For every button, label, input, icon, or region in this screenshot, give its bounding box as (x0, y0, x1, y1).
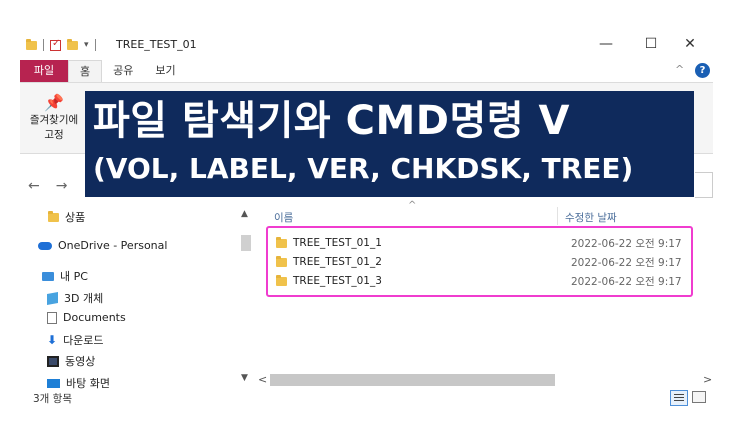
sidebar-item-downloads[interactable]: ⬇ 다운로드 (47, 332, 104, 348)
sidebar-item-label: 동영상 (65, 355, 96, 368)
title-bar: ▾ TREE_TEST_01 — ☐ ✕ (0, 30, 743, 60)
collapse-ribbon-icon[interactable]: ^ (675, 63, 684, 76)
minimize-button[interactable]: — (596, 36, 616, 52)
folder-icon (276, 255, 287, 267)
document-icon (47, 311, 57, 324)
tab-home[interactable]: 홈 (68, 60, 103, 82)
sidebar-item-label: 3D 개체 (64, 292, 104, 305)
scroll-down-icon[interactable]: ▼ (241, 373, 248, 383)
search-box-edge[interactable] (695, 172, 713, 198)
banner-title: 파일 탐색기와 CMD명령 V (93, 98, 570, 144)
item-count: 3개 항목 (33, 393, 72, 405)
video-icon (47, 355, 59, 367)
file-row[interactable]: TREE_TEST_01_3 2022-06-22 오전 9:17 (276, 272, 686, 290)
sidebar-item-3d-objects[interactable]: 3D 개체 (47, 290, 103, 306)
large-icons-view-icon[interactable] (692, 391, 706, 403)
pin-to-quick-access-button[interactable]: 📌 즐겨찾기에 고정 (22, 93, 86, 142)
properties-icon[interactable] (50, 38, 61, 51)
file-row[interactable]: TREE_TEST_01_1 2022-06-22 오전 9:17 (276, 234, 686, 252)
desktop-icon (47, 378, 60, 388)
maximize-button[interactable]: ☐ (641, 36, 661, 52)
sidebar-item-documents[interactable]: Documents (47, 311, 126, 324)
pin-label-2: 고정 (44, 129, 64, 141)
new-folder-icon[interactable] (67, 38, 78, 50)
banner-subtitle: (VOL, LABEL, VER, CHKDSK, TREE) (93, 152, 634, 185)
scroll-left-icon[interactable]: < (258, 373, 267, 386)
help-icon[interactable]: ? (695, 63, 710, 78)
divider (94, 39, 96, 51)
window-title: TREE_TEST_01 (116, 38, 197, 51)
column-header-name[interactable]: 이름 (274, 210, 293, 225)
sidebar-item-label: 바탕 화면 (66, 377, 110, 390)
pin-label: 즐겨찾기에 (29, 114, 79, 126)
file-date: 2022-06-22 오전 9:17 (571, 256, 682, 269)
scroll-right-icon[interactable]: > (703, 373, 712, 386)
column-header-date[interactable]: 수정한 날짜 (565, 210, 617, 225)
navigation-pane-scrollbar[interactable]: ▲ ▼ (238, 205, 254, 385)
title-banner: 파일 탐색기와 CMD명령 V (VOL, LABEL, VER, CHKDSK… (85, 91, 694, 197)
sidebar-item-label: 상품 (65, 211, 86, 224)
3d-objects-icon (47, 291, 58, 305)
sort-indicator-icon: ^ (408, 200, 417, 211)
sidebar-item-desktop[interactable]: 바탕 화면 (47, 375, 110, 391)
file-date: 2022-06-22 오전 9:17 (571, 237, 682, 250)
tab-share[interactable]: 공유 (102, 60, 144, 82)
details-view-icon[interactable] (670, 390, 688, 406)
pc-icon (42, 271, 54, 281)
forward-icon[interactable]: → (56, 178, 68, 194)
folder-icon (26, 38, 37, 50)
file-list-horizontal-scrollbar[interactable]: < > (256, 372, 713, 388)
quick-access-toolbar: ▾ (26, 38, 96, 51)
onedrive-icon (38, 241, 52, 250)
folder-icon (276, 236, 287, 248)
scroll-up-icon[interactable]: ▲ (241, 209, 248, 219)
sidebar-item-onedrive[interactable]: OneDrive - Personal (38, 239, 167, 252)
file-date: 2022-06-22 오전 9:17 (571, 275, 682, 288)
sidebar-item-videos[interactable]: 동영상 (47, 353, 95, 369)
sidebar-item-this-pc[interactable]: 내 PC (42, 268, 88, 284)
file-name: TREE_TEST_01_3 (293, 275, 382, 287)
file-name: TREE_TEST_01_2 (293, 256, 382, 268)
folder-icon (276, 274, 287, 286)
customize-toolbar-icon[interactable]: ▾ (84, 40, 89, 50)
pin-icon: 📌 (44, 93, 64, 112)
sidebar-item-label: Documents (63, 311, 126, 324)
tab-file[interactable]: 파일 (20, 60, 68, 82)
file-name: TREE_TEST_01_1 (293, 237, 382, 249)
scrollbar-thumb[interactable] (270, 374, 555, 386)
ribbon-tabs: 파일 홈 공유 보기 (20, 60, 187, 82)
column-divider[interactable] (557, 207, 558, 225)
sidebar-item-label: 내 PC (60, 270, 88, 283)
close-button[interactable]: ✕ (680, 36, 700, 52)
download-icon: ⬇ (47, 333, 58, 347)
folder-icon (48, 210, 59, 222)
sidebar-item-goods[interactable]: 상품 (48, 209, 85, 225)
divider (43, 39, 44, 51)
back-icon[interactable]: ← (28, 178, 40, 194)
sidebar-item-label: 다운로드 (63, 334, 104, 347)
navigation-buttons: ← → (28, 178, 67, 194)
scrollbar-thumb[interactable] (241, 235, 251, 251)
file-row[interactable]: TREE_TEST_01_2 2022-06-22 오전 9:17 (276, 253, 686, 271)
sidebar-item-label: OneDrive - Personal (58, 239, 168, 252)
tab-view[interactable]: 보기 (144, 60, 186, 82)
